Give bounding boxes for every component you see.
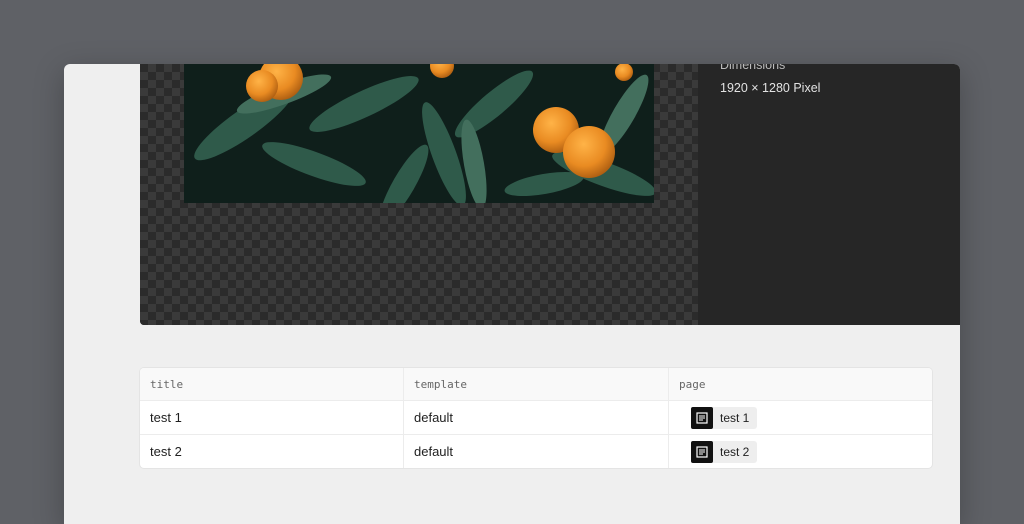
image-preview[interactable] [184,64,654,203]
cell-title[interactable]: test 2 [140,435,403,468]
table-header: title template page [140,368,932,400]
cell-template[interactable]: default [403,435,668,468]
cell-template[interactable]: default [403,401,668,434]
page-link-chip[interactable]: test 1 [691,406,758,429]
page-icon [691,440,713,463]
page-link-label: test 1 [720,410,750,425]
table-row[interactable]: test 1 default test 1 [140,400,932,434]
cell-page[interactable]: test 2 [668,435,932,468]
cell-page[interactable]: test 1 [668,401,932,434]
image-preview-panel: Dimensions 1920 × 1280 Pixel [140,64,960,325]
table-row[interactable]: test 2 default test 2 [140,434,932,468]
entries-table: title template page test 1 default test … [140,368,932,468]
page-link-chip[interactable]: test 2 [691,440,758,463]
column-header-title[interactable]: title [140,368,403,400]
page-link-label: test 2 [720,444,750,459]
column-header-template[interactable]: template [403,368,668,400]
app-window: Dimensions 1920 × 1280 Pixel title templ… [64,64,960,524]
transparency-checkerboard [140,64,698,325]
dimensions-value: 1920 × 1280 Pixel [720,81,821,95]
cell-title[interactable]: test 1 [140,401,403,434]
column-header-page[interactable]: page [668,368,932,400]
dimensions-label: Dimensions [720,64,786,72]
page-icon [691,406,713,429]
